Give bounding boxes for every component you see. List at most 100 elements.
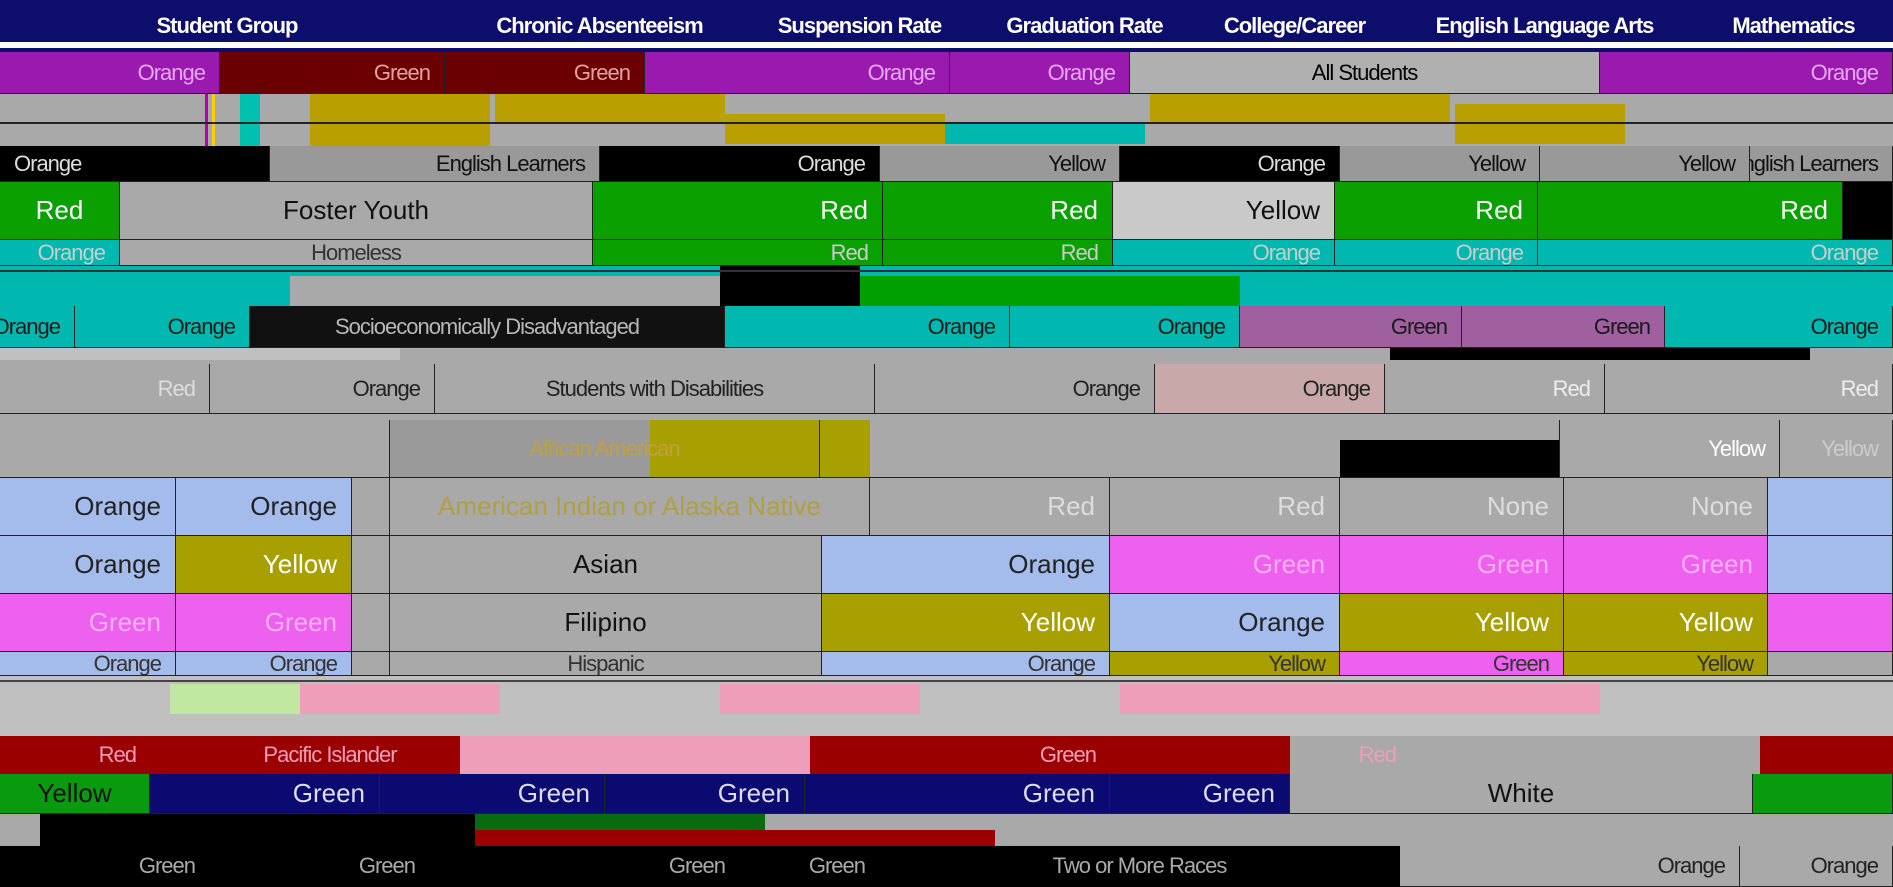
table-row xyxy=(0,94,1893,146)
cell: Red xyxy=(98,742,137,767)
cell: Red xyxy=(870,478,1110,536)
cell: Orange xyxy=(0,478,176,536)
cell: Orange xyxy=(1400,846,1740,887)
cell: Green xyxy=(220,52,445,94)
cell: Green xyxy=(1110,774,1290,814)
cell: Yellow xyxy=(739,742,797,767)
cell: All Students xyxy=(1130,52,1600,94)
cell: Orange xyxy=(1113,240,1335,266)
student-group-label: Pacific Islander xyxy=(263,742,397,767)
student-group-label: White xyxy=(1290,774,1753,814)
cell: Orange xyxy=(875,364,1155,414)
cell: Orange xyxy=(822,536,1110,594)
student-group-label: Homeless xyxy=(120,240,593,266)
cell: Red xyxy=(1335,182,1538,240)
cell: Orange xyxy=(176,478,352,536)
cell: Green xyxy=(805,774,1110,814)
cell: Red xyxy=(593,182,883,240)
cell: Green xyxy=(380,774,605,814)
glitch-band xyxy=(0,676,1893,714)
student-group-label: Hispanic xyxy=(390,652,822,676)
table-row-foster-youth: Red Foster Youth Red Red Yellow Red Red xyxy=(0,182,1893,240)
cell: Orange xyxy=(0,52,220,94)
cell: Orange xyxy=(1155,364,1385,414)
cell: Green xyxy=(1462,306,1665,348)
cell: English Learners xyxy=(270,146,600,182)
table-row-asian: Orange Yellow Asian Orange Green Green G… xyxy=(0,536,1893,594)
cell: Green xyxy=(445,52,645,94)
cell: Orange xyxy=(1740,846,1893,887)
cell: Orange xyxy=(1665,306,1893,348)
cell: Green xyxy=(0,594,176,652)
cell: Red xyxy=(883,240,1113,266)
glitch-band xyxy=(0,266,1893,306)
cell: Green xyxy=(1240,306,1462,348)
cell: Green xyxy=(1110,536,1340,594)
table-row-white: Yellow Green Green Green Green Green Whi… xyxy=(0,774,1893,814)
cell: Yellow xyxy=(1340,146,1540,182)
cell: Red xyxy=(1385,364,1605,414)
cell: Yellow xyxy=(1564,652,1768,676)
cell: Yellow xyxy=(822,594,1110,652)
cell: None xyxy=(1340,478,1564,536)
table-row-homeless: Orange Homeless Red Red Orange Orange Or… xyxy=(0,240,1893,266)
cell: Orange xyxy=(1335,240,1538,266)
cell: Orange xyxy=(176,652,352,676)
cell: Yellow xyxy=(0,774,150,814)
cell: Green xyxy=(1340,652,1564,676)
student-group-label: Two or More Races xyxy=(880,846,1400,887)
cell: Yellow xyxy=(880,146,1120,182)
cell: Orange xyxy=(210,364,435,414)
cell: Yellow xyxy=(1110,652,1340,676)
cell: Yellow xyxy=(1564,594,1768,652)
cell: Green xyxy=(210,846,430,887)
cell: Green xyxy=(1039,742,1097,767)
cell: Orange xyxy=(1538,240,1893,266)
cell: Red xyxy=(0,364,210,414)
cell: None xyxy=(1564,478,1768,536)
table-row-filipino: Green Green Filipino Yellow Orange Yello… xyxy=(0,594,1893,652)
cell: Red xyxy=(0,182,120,240)
student-group-label: Asian xyxy=(390,536,822,594)
cell: English Learners xyxy=(1750,146,1893,182)
table-row-hispanic: Orange Orange Hispanic Orange Yellow Gre… xyxy=(0,652,1893,676)
cell: Yellow xyxy=(176,536,352,594)
cell: Green xyxy=(740,846,880,887)
cell: Yellow xyxy=(1780,420,1893,478)
cell: Red xyxy=(1605,364,1893,414)
table-row: Orange English Learners Orange Yellow Or… xyxy=(0,146,1893,182)
cell xyxy=(1843,182,1893,240)
cell: Orange xyxy=(0,240,120,266)
table-row-pacific-islander: Red Pacific Islander Yellow Green Red xyxy=(0,714,1893,774)
cell: Orange xyxy=(0,146,270,182)
cell: Orange xyxy=(822,652,1110,676)
cell: Yellow xyxy=(1113,182,1335,240)
student-group-label: Students with Disabilities xyxy=(435,364,875,414)
glitch-band xyxy=(0,814,1893,846)
table-row-socioeconomically-disadvantaged: Orange Orange Socioeconomically Disadvan… xyxy=(0,306,1893,348)
cell: Orange xyxy=(0,306,75,348)
table-row-two-or-more-races: Green Green Green Green Two or More Race… xyxy=(0,846,1893,887)
cell: Orange xyxy=(950,52,1130,94)
table-row-american-indian: Orange Orange American Indian or Alaska … xyxy=(0,478,1893,536)
cell: Yellow xyxy=(1540,146,1750,182)
cell: Orange xyxy=(1600,52,1893,94)
cell: Green xyxy=(605,774,805,814)
cell: Red xyxy=(593,240,883,266)
student-group-label: African American xyxy=(390,420,820,478)
cell: Red xyxy=(883,182,1113,240)
cell: Green xyxy=(150,774,380,814)
student-group-label: Foster Youth xyxy=(120,182,593,240)
cell: Orange xyxy=(75,306,250,348)
student-group-label: American Indian or Alaska Native xyxy=(390,478,870,536)
cell: Red xyxy=(1110,478,1340,536)
cell: Green xyxy=(0,846,210,887)
cell: Green xyxy=(1340,536,1564,594)
cell: Orange xyxy=(1110,594,1340,652)
cell: Red xyxy=(1538,182,1843,240)
cell: Green xyxy=(1564,536,1768,594)
cell: Orange xyxy=(645,52,950,94)
cell: Orange xyxy=(0,652,176,676)
cell: Orange xyxy=(1120,146,1340,182)
student-group-label: Filipino xyxy=(390,594,822,652)
